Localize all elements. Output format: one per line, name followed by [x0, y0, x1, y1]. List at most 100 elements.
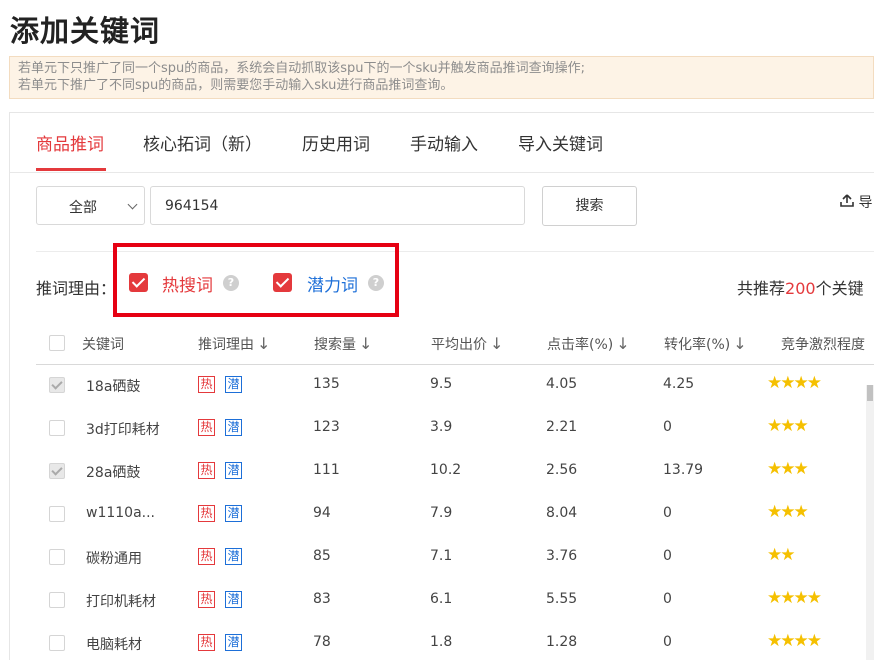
tab-product-keywords[interactable]: 商品推词	[36, 130, 104, 155]
sort-arrow-icon: ↓	[359, 334, 373, 353]
col-reason-sort[interactable]: 推词理由 ↓	[198, 334, 270, 354]
table-row[interactable]: 打印机耗材 热 潜 83 6.1 5.55 0 ★★★★	[36, 580, 874, 623]
row-cvr: 0	[663, 505, 672, 521]
competition-stars: ★★	[767, 545, 796, 565]
potential-help-icon[interactable]: ?	[368, 275, 384, 291]
tab-manual-input[interactable]: 手动输入	[410, 130, 478, 155]
table-row[interactable]: 3d打印耗材 热 潜 123 3.9 2.21 0 ★★★	[36, 408, 874, 451]
row-checkbox[interactable]	[49, 635, 65, 651]
row-bid: 3.9	[430, 419, 453, 435]
scope-select-value: 全部	[69, 200, 97, 216]
row-keyword: 碳粉通用	[86, 551, 142, 567]
col-bid-label: 平均出价	[431, 337, 487, 353]
table-row[interactable]: w1110a... 热 潜 94 7.9 8.04 0 ★★★	[36, 494, 874, 537]
row-ctr: 2.21	[546, 419, 578, 435]
hot-badge: 热	[198, 376, 215, 393]
col-volume-sort[interactable]: 搜索量 ↓	[314, 334, 372, 354]
competition-stars: ★★★★	[767, 588, 822, 608]
tab-core-expansion[interactable]: 核心拓词（新）	[143, 130, 262, 155]
search-button[interactable]: 搜索	[542, 186, 637, 226]
summary-suffix: 个关键	[815, 279, 864, 298]
notice-line-2: 若单元下推广了不同spu的商品，则需要您手动输入sku进行商品推词查询。	[18, 78, 454, 93]
col-cvr-sort[interactable]: 转化率(%) ↓	[664, 334, 747, 354]
sku-search-input[interactable]	[150, 186, 525, 225]
row-volume: 94	[313, 505, 331, 521]
potential-badge: 潜	[225, 505, 242, 522]
row-checkbox[interactable]	[49, 549, 65, 565]
hot-search-checkbox[interactable]	[129, 273, 148, 292]
row-checkbox[interactable]	[49, 463, 65, 479]
active-tab-indicator	[36, 168, 106, 171]
potential-badge: 潜	[225, 376, 242, 393]
row-keyword: 打印机耗材	[86, 594, 156, 610]
table-row[interactable]: 电脑耗材 热 潜 78 1.8 1.28 0 ★★★★	[36, 623, 874, 660]
row-ctr: 8.04	[546, 505, 578, 521]
row-volume: 85	[313, 548, 331, 564]
row-ctr: 5.55	[546, 591, 578, 607]
notice-line-1: 若单元下只推广了同一个spu的商品，系统会自动抓取该spu下的一个sku并触发商…	[18, 61, 586, 76]
potential-badge: 潜	[225, 548, 242, 565]
row-bid: 7.1	[430, 548, 453, 564]
row-ctr: 1.28	[546, 634, 578, 650]
row-cvr: 0	[663, 419, 672, 435]
competition-stars: ★★★★	[767, 373, 822, 393]
row-bid: 9.5	[430, 376, 453, 392]
row-volume: 111	[313, 462, 340, 478]
row-ctr: 3.76	[546, 548, 578, 564]
sort-arrow-icon: ↓	[733, 334, 747, 353]
col-cvr-label: 转化率(%)	[664, 337, 731, 353]
export-button[interactable]: 导	[840, 192, 872, 212]
competition-stars: ★★★	[767, 502, 809, 522]
table-row[interactable]: 碳粉通用 热 潜 85 7.1 3.76 0 ★★	[36, 537, 874, 580]
row-cvr: 13.79	[663, 462, 704, 478]
row-keyword: 18a硒鼓	[86, 379, 141, 395]
sort-arrow-icon: ↓	[616, 334, 630, 353]
hot-badge: 热	[198, 462, 215, 479]
col-competition: 竞争激烈程度	[781, 337, 865, 353]
row-volume: 78	[313, 634, 331, 650]
summary-prefix: 共推荐	[737, 279, 786, 298]
table-scrollbar[interactable]	[866, 385, 874, 660]
row-bid: 1.8	[430, 634, 453, 650]
col-reason-label: 推词理由	[198, 337, 254, 353]
scrollbar-thumb[interactable]	[867, 385, 873, 401]
scope-select[interactable]: 全部	[36, 186, 145, 225]
table-row[interactable]: 18a硒鼓 热 潜 135 9.5 4.05 4.25 ★★★★	[36, 365, 874, 408]
row-cvr: 0	[663, 591, 672, 607]
competition-stars: ★★★★	[767, 631, 822, 651]
row-bid: 7.9	[430, 505, 453, 521]
row-cvr: 4.25	[663, 376, 695, 392]
col-bid-sort[interactable]: 平均出价 ↓	[431, 334, 503, 354]
potential-badge: 潜	[225, 591, 242, 608]
hot-search-help-icon[interactable]: ?	[223, 275, 239, 291]
row-checkbox[interactable]	[49, 420, 65, 436]
row-checkbox[interactable]	[49, 506, 65, 522]
keyword-panel: 商品推词 核心拓词（新） 历史用词 手动输入 导入关键词 全部 搜索 导 推词理…	[9, 112, 874, 660]
page-title: 添加关键词	[10, 14, 161, 48]
notice-banner: 若单元下只推广了同一个spu的商品，系统会自动抓取该spu下的一个sku并触发商…	[9, 56, 874, 99]
hot-search-label: 热搜词	[162, 276, 213, 296]
potential-label: 潜力词	[307, 276, 358, 296]
recommend-summary: 共推荐200个关键	[737, 275, 864, 299]
table-header: 关键词 推词理由 ↓ 搜索量 ↓ 平均出价 ↓ 点击率(%) ↓ 转化率(%) ↓ 竞争激…	[36, 323, 874, 365]
col-ctr-sort[interactable]: 点击率(%) ↓	[547, 334, 630, 354]
row-cvr: 0	[663, 634, 672, 650]
potential-checkbox[interactable]	[273, 273, 292, 292]
col-volume-label: 搜索量	[314, 337, 356, 353]
table-row[interactable]: 28a硒鼓 热 潜 111 10.2 2.56 13.79 ★★★	[36, 451, 874, 494]
tab-import-keywords[interactable]: 导入关键词	[518, 130, 603, 155]
tab-history[interactable]: 历史用词	[302, 130, 370, 155]
select-all-checkbox[interactable]	[49, 335, 65, 351]
row-checkbox[interactable]	[49, 377, 65, 393]
potential-badge: 潜	[225, 462, 242, 479]
row-cvr: 0	[663, 548, 672, 564]
hot-badge: 热	[198, 634, 215, 651]
row-checkbox[interactable]	[49, 592, 65, 608]
row-bid: 6.1	[430, 591, 453, 607]
potential-badge: 潜	[225, 634, 242, 651]
chevron-down-icon	[127, 199, 138, 210]
competition-stars: ★★★	[767, 416, 809, 436]
tab-bar: 商品推词 核心拓词（新） 历史用词 手动输入 导入关键词	[10, 113, 874, 173]
summary-count: 200	[785, 279, 816, 298]
hot-badge: 热	[198, 591, 215, 608]
